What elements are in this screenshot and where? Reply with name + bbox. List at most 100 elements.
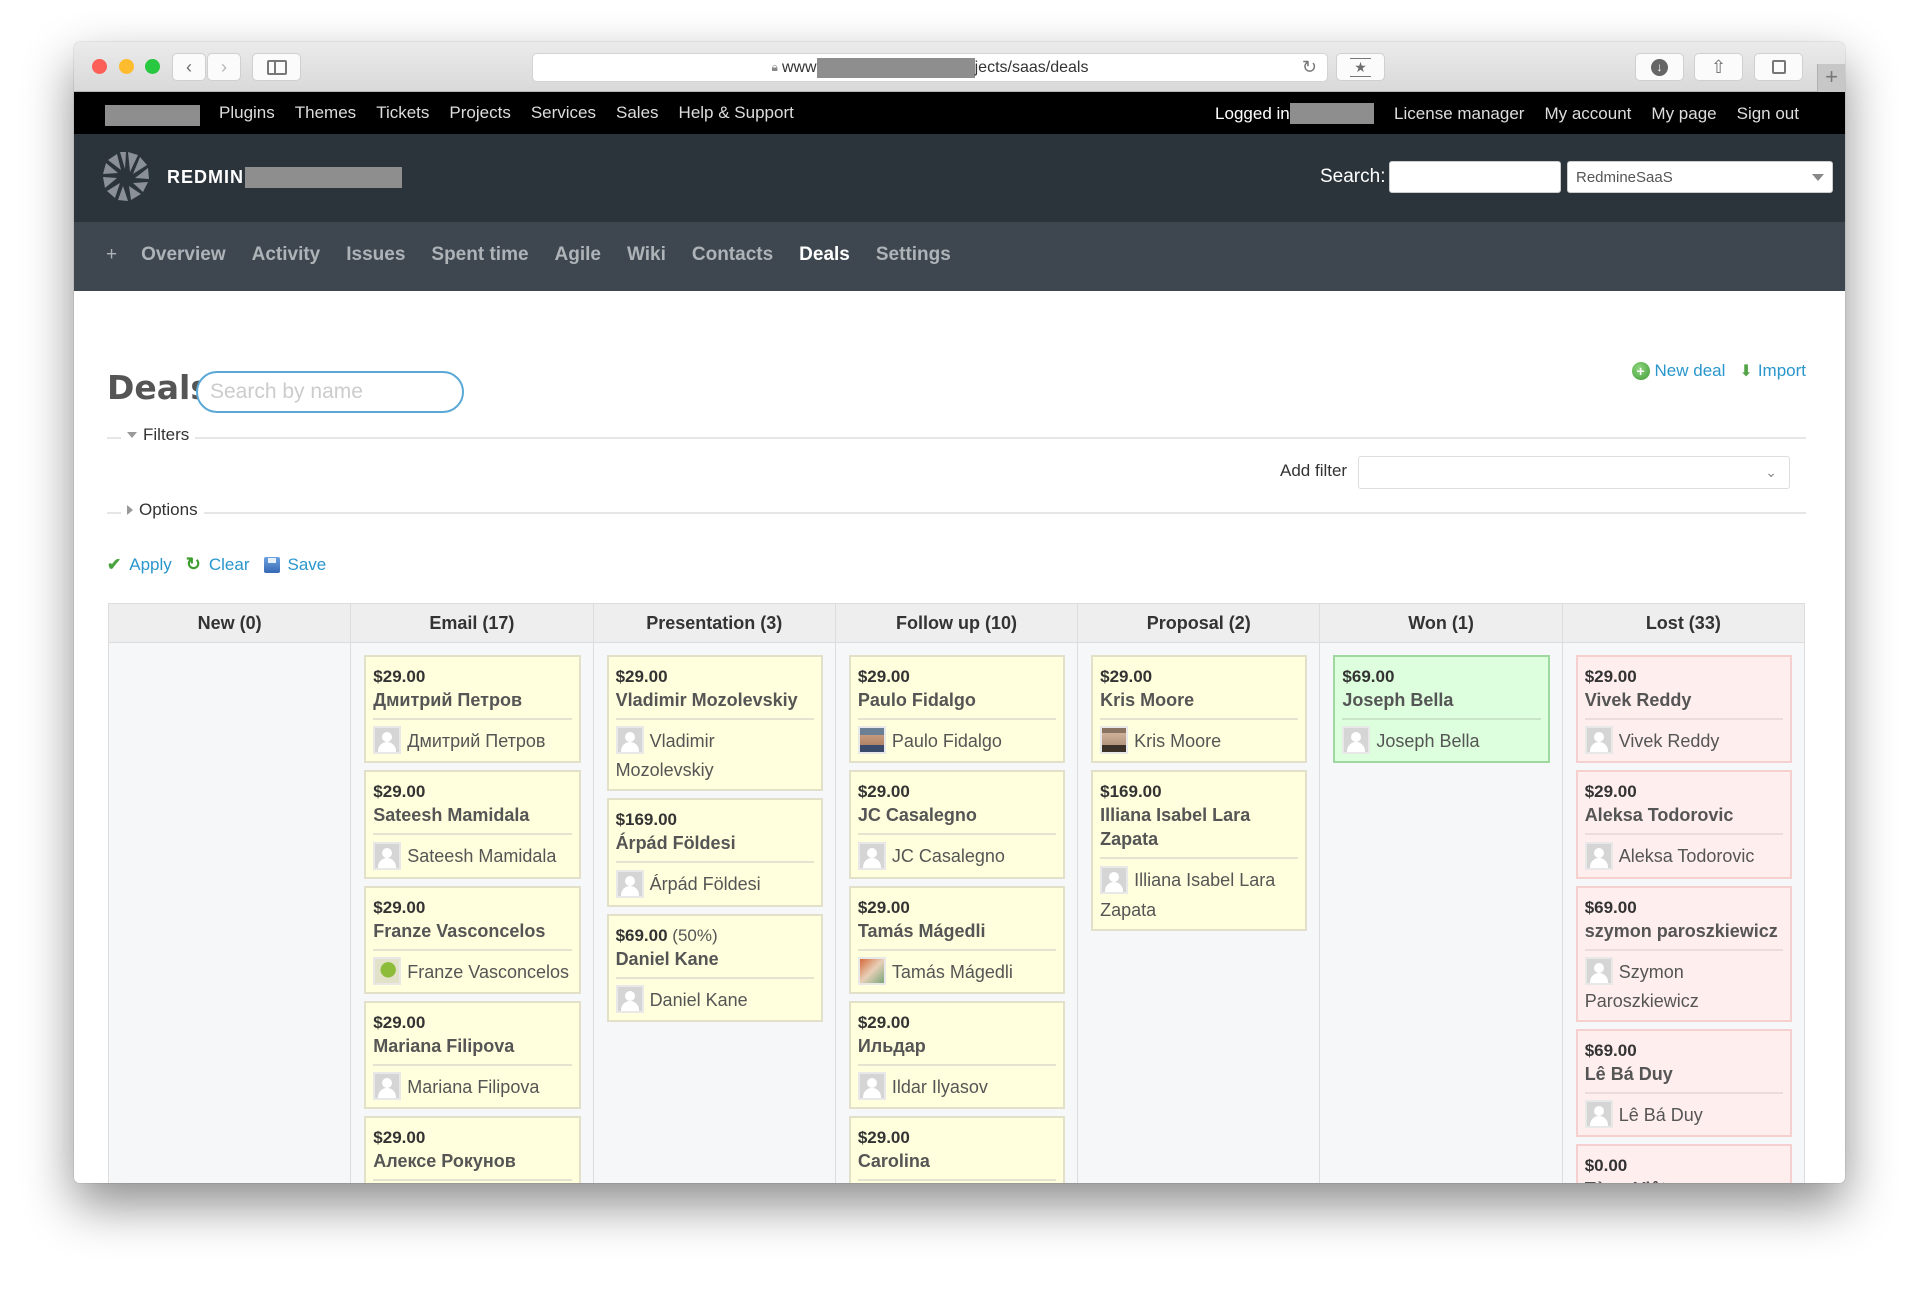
tab-activity[interactable]: Activity — [252, 244, 321, 266]
forward-button[interactable]: › — [207, 53, 241, 81]
tab-contacts[interactable]: Contacts — [692, 244, 773, 266]
top-link-sign-out[interactable]: Sign out — [1737, 104, 1799, 124]
contact-name-link[interactable]: Kris Moore — [1134, 731, 1221, 751]
contact-name-link[interactable]: Vivek Reddy — [1619, 731, 1720, 751]
deal-name-link[interactable]: Kris Moore — [1100, 688, 1298, 712]
tab-issues[interactable]: Issues — [346, 244, 405, 266]
contact-name-link[interactable]: Дмитрий Петров — [407, 731, 545, 751]
deal-card[interactable]: $29.00 Vladimir Mozolevskiy Vladimir Mozol… — [606, 655, 823, 792]
contact-name-link[interactable]: Joseph Bella — [1376, 731, 1479, 751]
deal-name-link[interactable]: Lê Bá Duy — [1585, 1062, 1783, 1086]
deal-name-link[interactable]: Tùng Việt — [1585, 1177, 1783, 1183]
top-link-help-support[interactable]: Help & Support — [679, 103, 794, 123]
deal-name-link[interactable]: Sateesh Mamidala — [373, 803, 571, 827]
deal-name-link[interactable]: Ильдар — [858, 1034, 1056, 1058]
close-window-button[interactable] — [92, 59, 107, 74]
new-tab-button[interactable]: + — [1817, 64, 1845, 92]
deal-card[interactable]: $169.00 Árpád Földesi Árpád Földesi — [606, 798, 823, 907]
deal-card[interactable]: $69.00 Joseph Bella Joseph Bella — [1333, 655, 1550, 764]
deal-name-link[interactable]: Mariana Filipova — [373, 1034, 571, 1058]
deal-name-link[interactable]: Carolina — [858, 1149, 1056, 1173]
deal-name-link[interactable]: Vladimir Mozolevskiy — [616, 688, 814, 712]
tab-agile[interactable]: Agile — [555, 244, 601, 266]
top-link-sales[interactable]: Sales — [616, 103, 659, 123]
quick-search-input[interactable] — [1389, 161, 1561, 193]
address-bar[interactable]: 🔒︎ www jects/saas/deals ↻ — [532, 53, 1328, 82]
deal-name-link[interactable]: Franze Vasconcelos — [373, 919, 571, 943]
contact-name-link[interactable]: Ildar Ilyasov — [892, 1077, 988, 1097]
tab-deals[interactable]: Deals — [799, 244, 850, 266]
top-link-license-manager[interactable]: License manager — [1394, 104, 1524, 124]
top-link-themes[interactable]: Themes — [295, 103, 356, 123]
contact-name-link[interactable]: Árpád Földesi — [650, 874, 761, 894]
contact-name-link[interactable]: Sateesh Mamidala — [407, 846, 556, 866]
deal-name-link[interactable]: Illiana Isabel Lara Zapata — [1100, 803, 1298, 851]
deal-card[interactable]: $29.00 Paulo Fidalgo Paulo Fidalgo — [848, 655, 1066, 764]
project-jump-select[interactable]: RedmineSaaS — [1567, 161, 1833, 193]
deal-name-link[interactable]: Paulo Fidalgo — [858, 688, 1056, 712]
contact-name-link[interactable]: Franze Vasconcelos — [407, 962, 569, 982]
add-filter-select[interactable]: ⌄ — [1358, 456, 1790, 489]
deal-card[interactable]: $29.00 Дмитрий Петров Дмитрий Петров — [364, 655, 581, 764]
deal-name-link[interactable]: Joseph Bella — [1342, 688, 1540, 712]
deal-name-link[interactable]: Алексе Рокунов — [373, 1149, 571, 1173]
contact-name-link[interactable]: Mariana Filipova — [407, 1077, 539, 1097]
deal-card[interactable]: $69.00 (50%) Daniel Kane Daniel Kane — [606, 913, 823, 1022]
top-link-services[interactable]: Services — [531, 103, 596, 123]
clear-button[interactable]: ↻ Clear — [186, 554, 250, 575]
top-link-tickets[interactable]: Tickets — [376, 103, 429, 123]
deal-card[interactable]: $69.00 szymon paroszkiewicz Szymon Paroszk… — [1575, 885, 1792, 1022]
top-link-projects[interactable]: Projects — [449, 103, 510, 123]
bookmark-button[interactable]: ★ — [1336, 53, 1385, 81]
deal-card[interactable]: $29.00 Tamás Mágedli Tamás Mágedli — [848, 885, 1066, 994]
deal-card[interactable]: $29.00CarolinaCarolina Wüst — [848, 1116, 1066, 1183]
deal-name-link[interactable]: Aleksa Todorovic — [1585, 803, 1783, 827]
deal-name-link[interactable]: Tamás Mágedli — [858, 919, 1056, 943]
project-brand[interactable]: REDMIN — [167, 167, 402, 188]
deal-card[interactable]: $169.00 Illiana Isabel Lara Zapata Illiana… — [1091, 770, 1308, 931]
deal-card[interactable]: $29.00 Ильдар Ildar Ilyasov — [848, 1000, 1066, 1109]
contact-name-link[interactable]: Aleksa Todorovic — [1619, 846, 1755, 866]
deal-card[interactable]: $29.00 Kris Moore Kris Moore — [1091, 655, 1308, 764]
options-toggle[interactable]: Options — [121, 500, 204, 520]
deal-card[interactable]: $29.00 Aleksa Todorovic Aleksa Todorovic — [1575, 770, 1792, 879]
share-button[interactable]: ⇧ — [1694, 53, 1743, 81]
deal-name-link[interactable]: JC Casalegno — [858, 803, 1056, 827]
contact-name-link[interactable]: JC Casalegno — [892, 846, 1005, 866]
apply-button[interactable]: ✔ Apply — [107, 554, 172, 575]
top-link-plugins[interactable]: Plugins — [219, 103, 275, 123]
tab-wiki[interactable]: Wiki — [627, 244, 666, 266]
tab-settings[interactable]: Settings — [876, 244, 951, 266]
deal-name-link[interactable]: Vivek Reddy — [1585, 688, 1783, 712]
zoom-window-button[interactable] — [145, 59, 160, 74]
new-object-button[interactable]: + — [106, 244, 117, 266]
save-button[interactable]: Save — [263, 554, 326, 575]
deal-card[interactable]: $29.00 Vivek Reddy Vivek Reddy — [1575, 655, 1792, 764]
deal-card[interactable]: $29.00 JC Casalegno JC Casalegno — [848, 770, 1066, 879]
deal-card[interactable]: $29.00 Franze Vasconcelos Franze Vasconcel… — [364, 885, 581, 994]
deal-name-link[interactable]: szymon paroszkiewicz — [1585, 919, 1783, 943]
deal-name-link[interactable]: Árpád Földesi — [616, 831, 814, 855]
deal-card[interactable]: $29.00 Mariana Filipova Mariana Filipova — [364, 1000, 581, 1109]
contact-name-link[interactable]: Tamás Mágedli — [892, 962, 1013, 982]
back-button[interactable]: ‹ — [172, 53, 206, 81]
tab-overview[interactable]: Overview — [141, 244, 226, 266]
download-button[interactable]: ↓ — [1635, 53, 1684, 81]
new-deal-link[interactable]: + New deal — [1631, 361, 1725, 381]
deal-card[interactable]: $29.00Алексе РокуновАлексей Рокунов — [364, 1116, 581, 1183]
deal-card[interactable]: $29.00 Sateesh Mamidala Sateesh Mamidala — [364, 770, 581, 879]
top-link-my-page[interactable]: My page — [1651, 104, 1716, 124]
tab-spent-time[interactable]: Spent time — [431, 244, 528, 266]
deal-card[interactable]: $69.00 Lê Bá Duy Lê Bá Duy — [1575, 1028, 1792, 1137]
search-by-name-input[interactable] — [196, 371, 464, 413]
deal-card[interactable]: $0.00 Tùng Việt — [1575, 1144, 1792, 1183]
deal-name-link[interactable]: Daniel Kane — [616, 947, 814, 971]
filters-toggle[interactable]: Filters — [121, 425, 196, 445]
reload-icon[interactable]: ↻ — [1302, 57, 1317, 78]
top-link-my-account[interactable]: My account — [1544, 104, 1631, 124]
import-link[interactable]: ⬇ Import — [1739, 361, 1806, 381]
sidebar-button[interactable] — [252, 53, 301, 81]
minimize-window-button[interactable] — [119, 59, 134, 74]
tabs-button[interactable] — [1754, 53, 1803, 81]
deal-name-link[interactable]: Дмитрий Петров — [373, 688, 571, 712]
